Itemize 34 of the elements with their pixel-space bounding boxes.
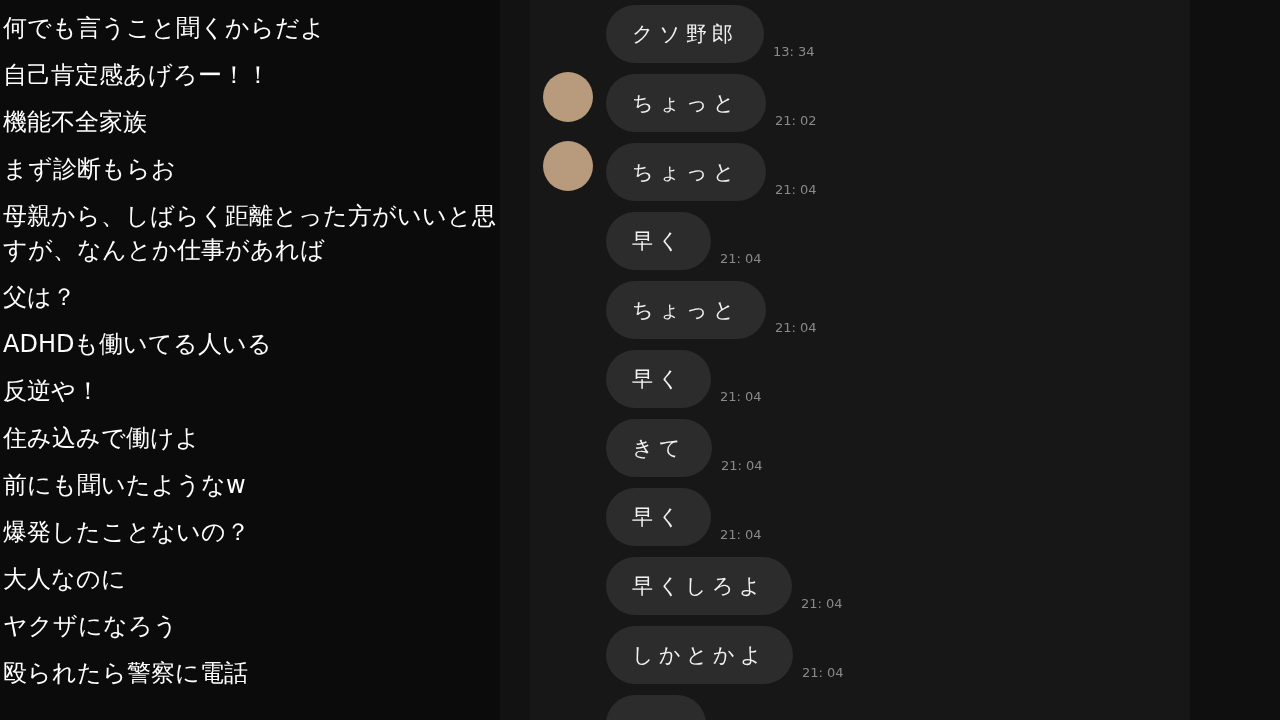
- message-bubble: クソ野郎: [606, 5, 764, 63]
- message-bubble: きて: [606, 419, 712, 477]
- message-time: 21: 02: [775, 113, 817, 128]
- message-bubble: しかとかよ: [606, 626, 793, 684]
- comment-text: 自己肯定感あげろー！！: [3, 60, 271, 91]
- comment-text: 母親から、しばらく距離とった方がいいと思すが、なんとか仕事があれば: [3, 201, 497, 266]
- comment-text: ADHDも働いてる人いる: [3, 329, 274, 360]
- message-bubble: 早くしろよ: [606, 557, 792, 615]
- message-bubble: ちょっと: [606, 281, 766, 339]
- message-bubble: 早く: [606, 350, 711, 408]
- comment-text: 反逆や！: [3, 376, 101, 407]
- message-time: 21: 04: [720, 527, 762, 542]
- comment-text: 大人なのに: [3, 564, 127, 595]
- message-bubble: 早く: [606, 212, 711, 270]
- message-bubble: ちょっと: [606, 143, 766, 201]
- message-time: 21: 04: [801, 596, 843, 611]
- message-time: 21: 04: [721, 458, 763, 473]
- comment-text: 機能不全家族: [3, 107, 148, 138]
- message-time: 21: 04: [720, 389, 762, 404]
- comment-text: 殴られたら警察に電話: [3, 658, 249, 689]
- comment-text: 爆発したことないの？: [3, 517, 251, 548]
- message-time: 21: 04: [775, 182, 817, 197]
- message-time: 21: 04: [775, 320, 817, 335]
- comment-text: まず診断もらお: [3, 154, 177, 185]
- message-bubble: 早く: [606, 488, 711, 546]
- comment-text: 父は？: [3, 282, 77, 313]
- comment-text: 前にも聞いたようなw: [3, 470, 247, 501]
- message-time: 21: 04: [802, 665, 844, 680]
- comment-text: 住み込みで働けよ: [3, 423, 201, 454]
- message-time: 13: 34: [773, 44, 815, 59]
- message-time: 21: 04: [720, 251, 762, 266]
- comment-text: 何でも言うこと聞くからだよ: [3, 13, 326, 44]
- message-bubble: ちょっと: [606, 74, 766, 132]
- comment-text: ヤクザになろう: [3, 611, 179, 642]
